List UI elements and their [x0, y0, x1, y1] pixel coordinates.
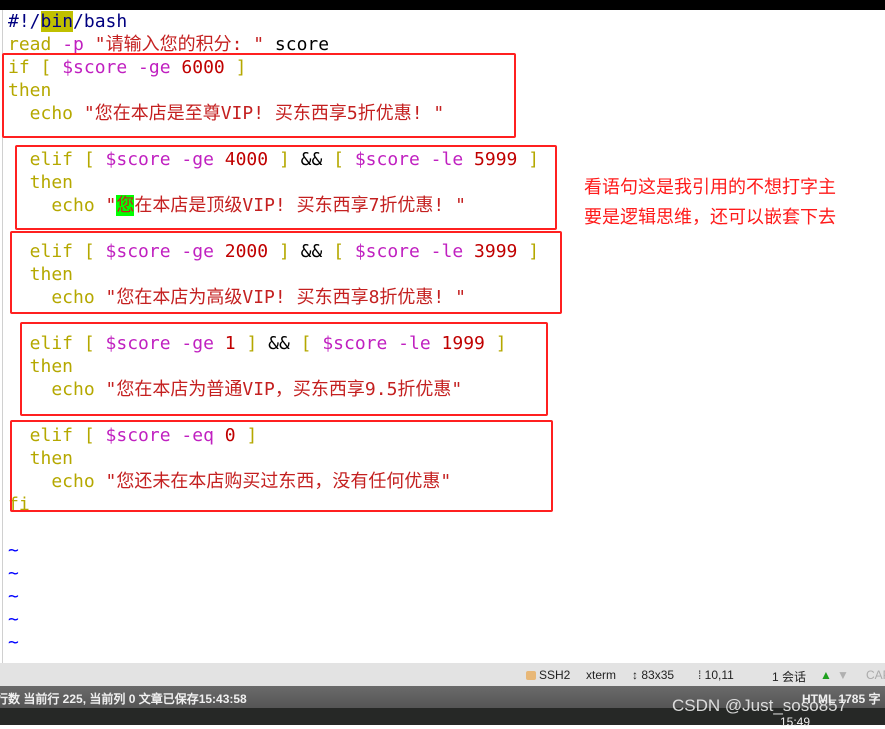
- annotation-box-elif-1: [20, 322, 548, 416]
- window-top-bar: [0, 0, 885, 10]
- protocol-label: SSH2: [539, 668, 571, 682]
- annotation-note: 看语句这是我引用的不想打字主 要是逻辑思维，还可以嵌套下去: [584, 173, 836, 233]
- code-token: bin: [40, 11, 74, 32]
- taskbar-clock: 15:49: [780, 715, 811, 729]
- terminal-status-bar: SSH2 xterm ↕ 83x35 ⁞ 10,11 1 会话 ▲ ▼ CAP: [0, 663, 885, 686]
- upload-arrow-icon: ▲: [820, 668, 832, 682]
- empty-line-marker: ~: [8, 563, 19, 584]
- code-line[interactable]: ~: [8, 608, 878, 631]
- code-line[interactable]: [8, 516, 878, 539]
- code-token: -p: [62, 34, 84, 55]
- code-token: #!/: [8, 11, 41, 32]
- cursor-position: ⁞ 10,11: [698, 668, 734, 682]
- annotation-box-elif-0: [10, 420, 553, 512]
- caps-indicator: CAP: [866, 668, 885, 682]
- terminal-size: ↕ 83x35: [632, 668, 674, 682]
- code-token: score: [264, 34, 330, 55]
- code-line[interactable]: ~: [8, 539, 878, 562]
- code-token: /bash: [73, 11, 128, 32]
- download-arrow-icon: ▼: [837, 668, 849, 682]
- empty-line-marker: ~: [8, 632, 19, 653]
- ssh-status: SSH2: [526, 668, 570, 682]
- empty-line-marker: ~: [8, 609, 19, 630]
- annotation-line-2: 要是逻辑思维，还可以嵌套下去: [584, 207, 836, 228]
- code-line[interactable]: ~: [8, 562, 878, 585]
- lock-icon: [526, 671, 536, 680]
- code-line[interactable]: ~: [8, 631, 878, 654]
- cursor-label: 10,11: [704, 668, 734, 682]
- code-line[interactable]: ~: [8, 585, 878, 608]
- watermark: CSDN @Just_soso857: [672, 696, 848, 715]
- resize-icon: ↕: [632, 668, 642, 682]
- size-label: 83x35: [641, 668, 675, 682]
- annotation-line-1: 看语句这是我引用的不想打字主: [584, 177, 836, 198]
- terminal-type: xterm: [586, 668, 616, 682]
- code-token: read: [8, 34, 52, 55]
- session-count: 1 会话: [772, 670, 807, 684]
- code-line[interactable]: #!/bin/bash: [8, 10, 878, 33]
- editor-position-status: 行数 当前行 225, 当前列 0 文章已保存15:43:58: [0, 692, 247, 706]
- empty-line-marker: ~: [8, 540, 19, 561]
- annotation-box-if: [2, 53, 516, 138]
- cursor-icon: ⁞: [698, 668, 705, 682]
- annotation-box-elif-4000: [15, 145, 557, 230]
- code-token: "请输入您的积分: ": [83, 34, 265, 55]
- empty-line-marker: ~: [8, 586, 19, 607]
- annotation-box-elif-2000: [10, 231, 562, 314]
